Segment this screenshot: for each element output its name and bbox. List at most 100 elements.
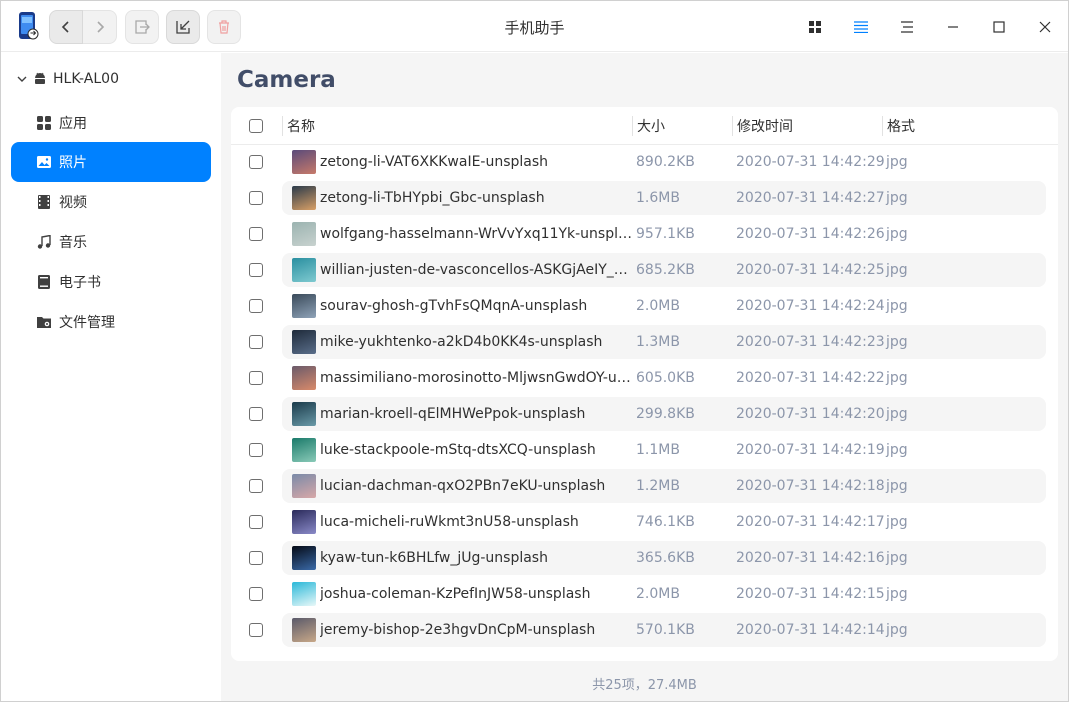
row-select-cell [249,325,263,359]
sidebar-item-files[interactable]: 文件管理 [11,302,211,342]
row-checkbox[interactable] [249,443,263,457]
photo-thumbnail [292,258,316,282]
row-checkbox[interactable] [249,623,263,637]
table-row[interactable]: willian-justen-de-vasconcellos-ASKGjAeIY… [231,253,1058,289]
file-name: lucian-dachman-qxO2PBn7eKU-unsplash [320,478,606,494]
sidebar-item-ebooks[interactable]: 电子书 [11,262,211,302]
file-size: 957.1KB [636,226,695,242]
photo-thumbnail [292,366,316,390]
row-select-cell [249,577,263,611]
file-name-cell: kyaw-tun-k6BHLfw_jUg-unsplash [292,541,632,575]
maximize-button[interactable] [976,1,1022,52]
app-window: 手机助手 HLK-AL00 应用 照片 视频 音乐 电子书 文件管理 Camer… [0,0,1069,702]
photo-thumbnail [292,582,316,606]
file-name-cell: luca-micheli-ruWkmt3nU58-unsplash [292,505,632,539]
ebook-icon [37,275,51,289]
forward-button[interactable] [83,10,117,44]
file-format: jpg [886,154,908,170]
sidebar-item-music[interactable]: 音乐 [11,222,211,262]
file-size: 685.2KB [636,262,695,278]
table-body: zetong-li-VAT6XKKwaIE-unsplash 890.2KB 202… [231,145,1058,661]
row-checkbox[interactable] [249,407,263,421]
column-header-size[interactable]: 大小 [637,107,665,145]
file-name-cell: willian-justen-de-vasconcellos-ASKGjAeIY… [292,253,632,287]
back-button[interactable] [49,10,83,44]
column-divider[interactable] [732,116,733,136]
file-name: marian-kroell-qElMHWePpok-unsplash [320,406,586,422]
list-view-button[interactable] [838,1,884,52]
row-checkbox[interactable] [249,551,263,565]
row-checkbox[interactable] [249,335,263,349]
file-size: 746.1KB [636,514,695,530]
minimize-button[interactable] [930,1,976,52]
chevron-right-icon [96,21,104,33]
file-size: 299.8KB [636,406,695,422]
row-checkbox[interactable] [249,587,263,601]
table-row[interactable]: mike-yukhtenko-a2kD4b0KK4s-unsplash 1.3MB… [231,325,1058,361]
sidebar-item-apps[interactable]: 应用 [11,103,211,143]
table-row[interactable]: wolfgang-hasselmann-WrVvYxq11Yk-unsplash… [231,217,1058,253]
column-header-modified[interactable]: 修改时间 [737,107,793,145]
table-row[interactable]: luca-micheli-ruWkmt3nU58-unsplash 746.1KB… [231,505,1058,541]
row-checkbox[interactable] [249,479,263,493]
import-button[interactable] [166,10,200,44]
row-checkbox[interactable] [249,155,263,169]
photo-icon [37,155,51,169]
row-checkbox[interactable] [249,227,263,241]
file-name: mike-yukhtenko-a2kD4b0KK4s-unsplash [320,334,603,350]
row-checkbox[interactable] [249,371,263,385]
row-select-cell [249,181,263,215]
file-name-cell: massimiliano-morosinotto-MljwsnGwdOY-uns… [292,361,632,395]
row-checkbox[interactable] [249,191,263,205]
column-divider[interactable] [282,116,283,136]
file-name-cell: mike-yukhtenko-a2kD4b0KK4s-unsplash [292,325,632,359]
close-button[interactable] [1022,1,1068,52]
table-row[interactable]: zetong-li-VAT6XKKwaIE-unsplash 890.2KB 202… [231,145,1058,181]
menu-button[interactable] [884,1,930,52]
row-checkbox[interactable] [249,299,263,313]
file-size: 2.0MB [636,298,680,314]
photo-thumbnail [292,474,316,498]
chevron-down-icon[interactable] [17,74,27,84]
table-header: 名称 大小 修改时间 格式 [231,107,1058,145]
export-button[interactable] [125,10,159,44]
row-checkbox[interactable] [249,263,263,277]
photo-thumbnail [292,402,316,426]
table-row[interactable]: joshua-coleman-KzPefInJW58-unsplash 2.0MB… [231,577,1058,613]
file-size: 1.6MB [636,190,680,206]
select-all-checkbox[interactable] [249,119,263,133]
sidebar-item-label: 视频 [59,195,87,211]
file-name-cell: marian-kroell-qElMHWePpok-unsplash [292,397,632,431]
file-size: 605.0KB [636,370,695,386]
device-node[interactable]: HLK-AL00 [17,71,119,87]
trash-icon [219,20,229,34]
column-header-name[interactable]: 名称 [287,107,315,145]
sidebar-item-videos[interactable]: 视频 [11,182,211,222]
table-row[interactable]: massimiliano-morosinotto-MljwsnGwdOY-uns… [231,361,1058,397]
file-format: jpg [886,442,908,458]
file-format: jpg [886,622,908,638]
table-row[interactable]: jeremy-bishop-2e3hgvDnCpM-unsplash 570.1K… [231,613,1058,649]
table-row[interactable]: zetong-li-TbHYpbi_Gbc-unsplash 1.6MB 2020-… [231,181,1058,217]
table-row[interactable]: kyaw-tun-k6BHLfw_jUg-unsplash 365.6KB 2020… [231,541,1058,577]
column-divider[interactable] [882,116,883,136]
file-name-cell: luke-stackpoole-mStq-dtsXCQ-unsplash [292,433,632,467]
file-modified-time: 2020-07-31 14:42:27 [736,190,885,206]
column-divider[interactable] [632,116,633,136]
status-footer: 共25项，27.4MB [592,678,697,693]
minimize-icon [948,25,958,28]
column-header-format[interactable]: 格式 [887,107,915,145]
file-format: jpg [886,262,908,278]
sidebar-item-photos[interactable]: 照片 [11,142,211,182]
row-checkbox[interactable] [249,515,263,529]
table-row[interactable]: sourav-ghosh-gTvhFsQMqnA-unsplash 2.0MB 20… [231,289,1058,325]
delete-button[interactable] [207,10,241,44]
export-icon [135,20,150,34]
table-row[interactable]: luke-stackpoole-mStq-dtsXCQ-unsplash 1.1M… [231,433,1058,469]
file-name-cell: jeremy-bishop-2e3hgvDnCpM-unsplash [292,613,632,647]
maximize-icon [993,20,1005,33]
file-name: kyaw-tun-k6BHLfw_jUg-unsplash [320,550,548,566]
table-row[interactable]: lucian-dachman-qxO2PBn7eKU-unsplash 1.2MB… [231,469,1058,505]
table-row[interactable]: marian-kroell-qElMHWePpok-unsplash 299.8K… [231,397,1058,433]
grid-view-button[interactable] [792,1,838,52]
